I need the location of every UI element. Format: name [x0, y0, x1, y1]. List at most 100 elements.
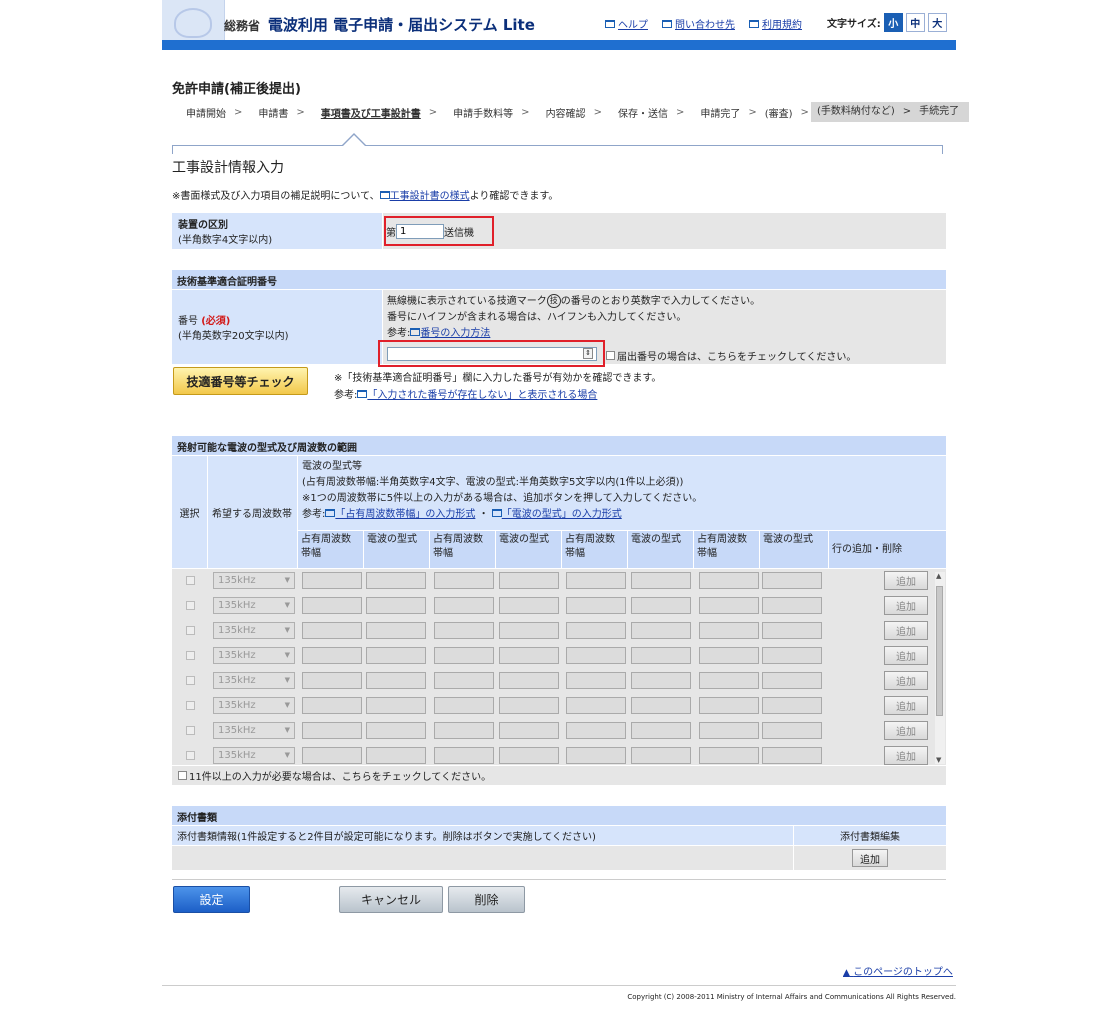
help-link[interactable]: ヘルプ — [605, 16, 648, 31]
freq-scrollbar[interactable]: ▲ ▼ — [935, 572, 945, 764]
row-add-button[interactable]: 追加 — [884, 596, 928, 615]
cancel-button[interactable]: キャンセル — [339, 886, 443, 913]
emission-type-input[interactable] — [499, 647, 559, 664]
emission-type-input[interactable] — [499, 672, 559, 689]
bandwidth-input[interactable] — [434, 622, 494, 639]
emission-type-input[interactable] — [366, 647, 426, 664]
row-select-checkbox[interactable] — [186, 651, 195, 660]
row-select-checkbox[interactable] — [186, 701, 195, 710]
row-select-checkbox[interactable] — [186, 601, 195, 610]
bandwidth-input[interactable] — [566, 572, 626, 589]
bandwidth-input[interactable] — [302, 672, 362, 689]
emission-type-input[interactable] — [762, 597, 822, 614]
row-add-button[interactable]: 追加 — [884, 571, 928, 590]
bandwidth-input[interactable] — [434, 597, 494, 614]
bandwidth-input[interactable] — [302, 647, 362, 664]
frequency-band-select[interactable]: 135kHz ▼ — [213, 572, 295, 589]
scroll-up-icon[interactable]: ▲ — [936, 572, 941, 580]
terms-link[interactable]: 利用規約 — [749, 16, 802, 31]
bandwidth-input[interactable] — [699, 697, 759, 714]
over-ten-checkbox[interactable] — [178, 771, 187, 780]
font-size-large-button[interactable]: 大 — [927, 13, 947, 32]
notification-number-checkbox[interactable] — [606, 351, 615, 360]
not-found-help-link[interactable]: 「入力された番号が存在しない」と表示される場合 — [357, 390, 597, 401]
bandwidth-input[interactable] — [699, 597, 759, 614]
emission-type-input[interactable] — [366, 672, 426, 689]
bandwidth-input[interactable] — [302, 622, 362, 639]
cert-howto-link[interactable]: 番号の入力方法 — [410, 328, 490, 339]
bandwidth-input[interactable] — [699, 622, 759, 639]
frequency-band-select[interactable]: 135kHz ▼ — [213, 722, 295, 739]
emission-type-input[interactable] — [631, 597, 691, 614]
bandwidth-input[interactable] — [434, 672, 494, 689]
emission-type-input[interactable] — [499, 747, 559, 764]
frequency-band-select[interactable]: 135kHz ▼ — [213, 647, 295, 664]
bandwidth-input[interactable] — [434, 747, 494, 764]
bandwidth-input[interactable] — [302, 722, 362, 739]
bandwidth-input[interactable] — [566, 722, 626, 739]
emission-type-input[interactable] — [366, 747, 426, 764]
font-size-small-button[interactable]: 小 — [883, 13, 903, 32]
frequency-band-select[interactable]: 135kHz ▼ — [213, 747, 295, 764]
row-select-checkbox[interactable] — [186, 576, 195, 585]
emission-type-input[interactable] — [366, 722, 426, 739]
emission-type-input[interactable] — [631, 722, 691, 739]
emission-type-input[interactable] — [366, 597, 426, 614]
contact-link[interactable]: 問い合わせ先 — [662, 16, 735, 31]
bandwidth-input[interactable] — [699, 572, 759, 589]
format-link[interactable]: 工事設計書の様式 — [379, 191, 470, 202]
frequency-band-select[interactable]: 135kHz ▼ — [213, 672, 295, 689]
emission-type-input[interactable] — [499, 697, 559, 714]
row-add-button[interactable]: 追加 — [884, 671, 928, 690]
frequency-band-select[interactable]: 135kHz ▼ — [213, 622, 295, 639]
emission-type-input[interactable] — [631, 572, 691, 589]
emission-type-input[interactable] — [499, 572, 559, 589]
set-button[interactable]: 設定 — [173, 886, 250, 913]
row-add-button[interactable]: 追加 — [884, 696, 928, 715]
attach-add-button[interactable]: 追加 — [852, 849, 888, 867]
row-select-checkbox[interactable] — [186, 726, 195, 735]
bandwidth-input[interactable] — [566, 622, 626, 639]
bandwidth-input[interactable] — [699, 722, 759, 739]
emission-type-input[interactable] — [631, 747, 691, 764]
emission-type-input[interactable] — [366, 572, 426, 589]
bandwidth-input[interactable] — [699, 747, 759, 764]
emission-type-input[interactable] — [762, 747, 822, 764]
frequency-band-select[interactable]: 135kHz ▼ — [213, 697, 295, 714]
emission-format-link[interactable]: 「電波の型式」の入力形式 — [491, 509, 622, 520]
bandwidth-input[interactable] — [434, 647, 494, 664]
emission-type-input[interactable] — [762, 622, 822, 639]
emission-type-input[interactable] — [366, 697, 426, 714]
page-top-link[interactable]: ▲ このページのトップへ — [843, 963, 953, 978]
emission-type-input[interactable] — [631, 672, 691, 689]
bandwidth-input[interactable] — [434, 697, 494, 714]
emission-type-input[interactable] — [631, 647, 691, 664]
bandwidth-input[interactable] — [699, 672, 759, 689]
emission-type-input[interactable] — [762, 572, 822, 589]
scrollbar-thumb[interactable] — [936, 586, 943, 716]
row-add-button[interactable]: 追加 — [884, 646, 928, 665]
bandwidth-input[interactable] — [566, 747, 626, 764]
emission-type-input[interactable] — [762, 722, 822, 739]
bandwidth-input[interactable] — [302, 597, 362, 614]
delete-button[interactable]: 削除 — [448, 886, 525, 913]
emission-type-input[interactable] — [499, 622, 559, 639]
emission-type-input[interactable] — [499, 597, 559, 614]
scroll-down-icon[interactable]: ▼ — [936, 756, 941, 764]
row-add-button[interactable]: 追加 — [884, 746, 928, 765]
bandwidth-input[interactable] — [302, 572, 362, 589]
row-add-button[interactable]: 追加 — [884, 721, 928, 740]
emission-type-input[interactable] — [631, 697, 691, 714]
emission-type-input[interactable] — [366, 622, 426, 639]
row-add-button[interactable]: 追加 — [884, 621, 928, 640]
emission-type-input[interactable] — [631, 622, 691, 639]
row-select-checkbox[interactable] — [186, 676, 195, 685]
emission-type-input[interactable] — [762, 672, 822, 689]
bandwidth-format-link[interactable]: 「占有周波数帯幅」の入力形式 — [325, 509, 475, 520]
font-size-medium-button[interactable]: 中 — [905, 13, 925, 32]
emission-type-input[interactable] — [762, 697, 822, 714]
bandwidth-input[interactable] — [434, 572, 494, 589]
emission-type-input[interactable] — [499, 722, 559, 739]
cert-check-button[interactable]: 技適番号等チェック — [173, 367, 308, 395]
bandwidth-input[interactable] — [566, 697, 626, 714]
